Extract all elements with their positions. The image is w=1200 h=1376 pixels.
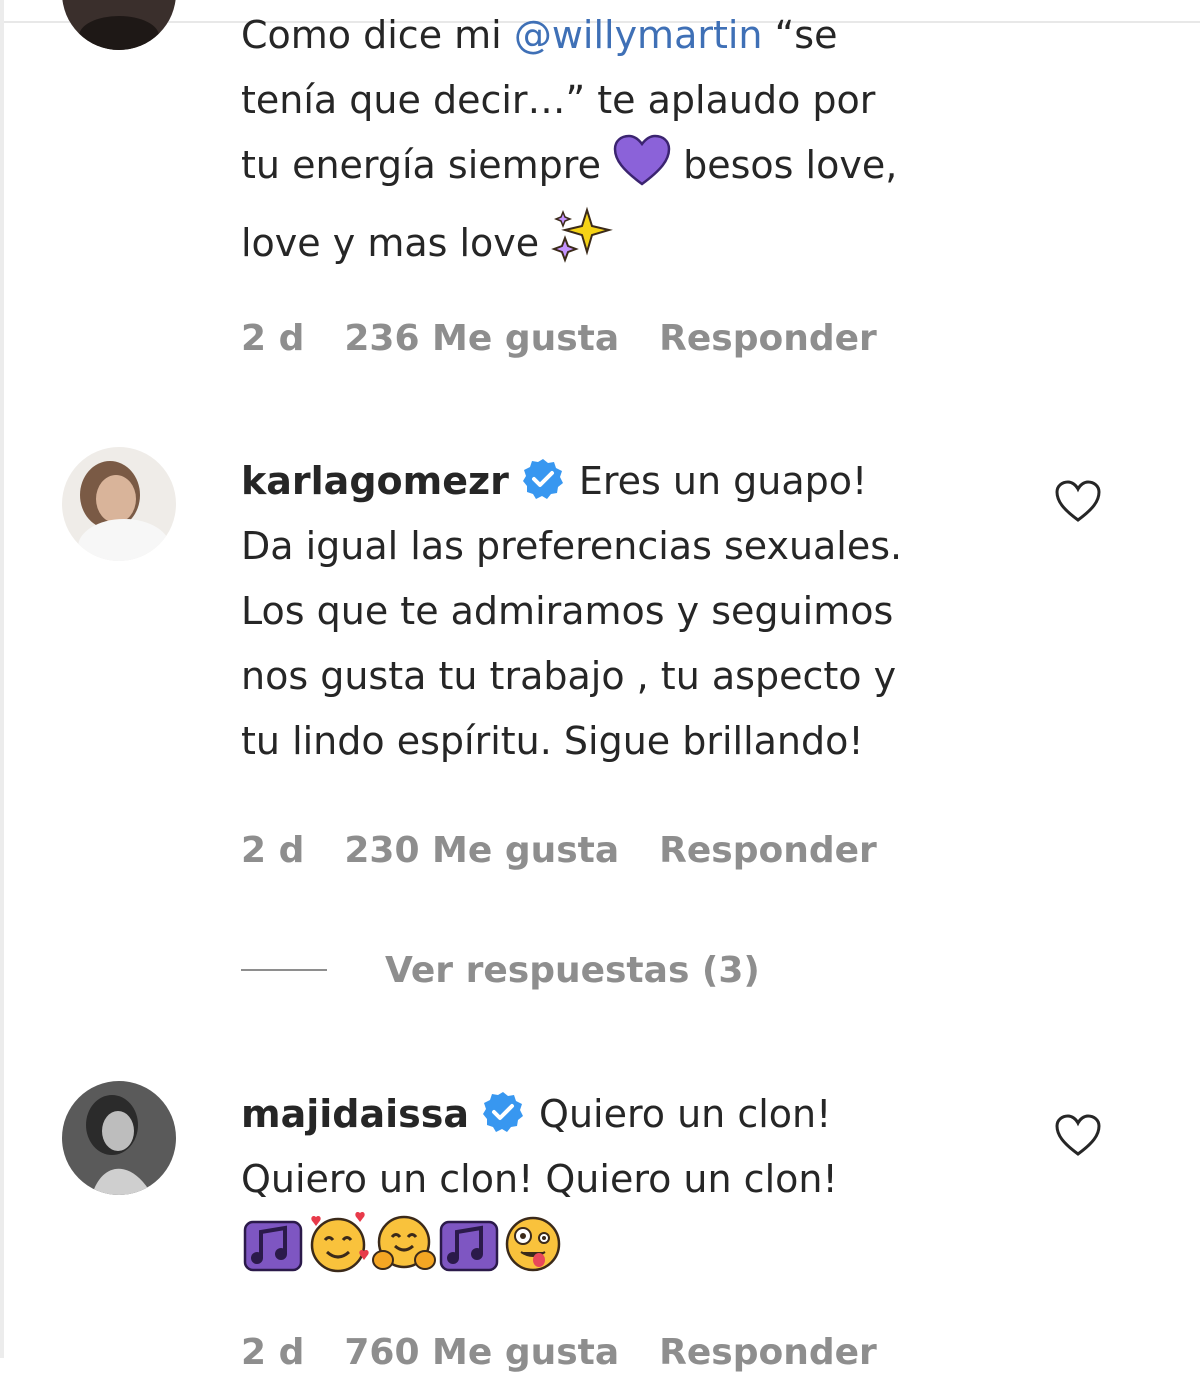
like-count[interactable]: 236 Me gusta — [344, 318, 619, 359]
comment-text: Da igual las preferencias sexuales. — [241, 524, 903, 568]
view-replies-label[interactable]: Ver respuestas (3) — [385, 950, 760, 991]
avatar[interactable] — [62, 447, 176, 561]
purple-heart-icon — [613, 134, 671, 206]
zany-face-icon — [501, 1212, 565, 1294]
comment-body: karlagomezr Eres un guapo! Da igual las pr… — [241, 449, 1041, 774]
musical-notes-icon — [437, 1216, 501, 1294]
comment-text: Quiero un clon! — [539, 1092, 832, 1136]
comment-text: tu lindo espíritu. Sigue brillando! — [241, 719, 864, 763]
reply-button[interactable]: Responder — [659, 830, 877, 871]
verified-badge-icon — [481, 1089, 525, 1133]
avatar[interactable] — [62, 1081, 176, 1195]
comment-time[interactable]: 2 d — [241, 1332, 304, 1373]
like-heart-icon[interactable] — [1053, 1112, 1103, 1158]
comment-text: Los que te admiramos y seguimos — [241, 589, 894, 633]
comment-text: “se — [762, 13, 838, 57]
comment-meta: 2 d 230 Me gusta Responder — [241, 828, 917, 874]
replies-divider-line — [241, 969, 327, 971]
reply-button[interactable]: Responder — [659, 1332, 877, 1373]
sparkles-icon — [551, 206, 614, 284]
avatar[interactable] — [62, 0, 176, 50]
smiling-face-with-hearts-icon — [305, 1211, 371, 1294]
comment-meta: 2 d 236 Me gusta Responder — [241, 316, 917, 362]
like-count[interactable]: 230 Me gusta — [344, 830, 619, 871]
comment-text: Eres un guapo! — [578, 459, 868, 503]
reply-button[interactable]: Responder — [659, 318, 877, 359]
comment-text: tu energía siempre — [241, 143, 614, 187]
left-border — [0, 0, 4, 1358]
comment-time[interactable]: 2 d — [241, 318, 304, 359]
comment-meta: 2 d 760 Me gusta Responder — [241, 1330, 917, 1376]
comment-text: love y mas love — [241, 221, 552, 265]
comment-text: Como dice mi — [241, 13, 514, 57]
musical-notes-icon — [241, 1216, 305, 1294]
like-heart-icon[interactable] — [1053, 478, 1103, 524]
comment-text: tenía que decir…” te aplaudo por — [241, 78, 876, 122]
comment-body: majidaissa Quiero un clon! Quiero un clon!… — [241, 1082, 1041, 1294]
comment-text: nos gusta tu trabajo , tu aspecto y — [241, 654, 897, 698]
username-link[interactable]: majidaissa — [241, 1092, 469, 1136]
view-replies-button[interactable]: Ver respuestas (3) — [241, 945, 760, 995]
like-count[interactable]: 760 Me gusta — [344, 1332, 619, 1373]
hugging-face-icon — [371, 1212, 437, 1294]
comment-time[interactable]: 2 d — [241, 830, 304, 871]
verified-badge-icon — [521, 456, 565, 500]
comment-text: Quiero un clon! Quiero un clon! — [241, 1157, 838, 1201]
username-link[interactable]: karlagomezr — [241, 459, 509, 503]
mention-link[interactable]: @willymartin — [514, 13, 763, 57]
comment-text: besos love, — [671, 143, 898, 187]
comment-body: Como dice mi @willymartin “se tenía que d… — [241, 3, 1041, 284]
